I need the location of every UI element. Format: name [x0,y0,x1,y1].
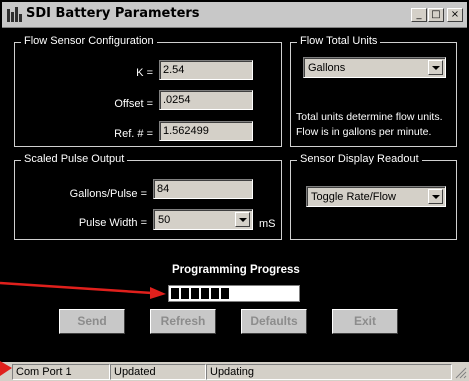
statusbar-arrow-head [0,361,12,376]
progress-pointer-arrow [0,281,153,295]
annotation-arrows [0,281,166,376]
progress-arrow-head [150,287,166,299]
